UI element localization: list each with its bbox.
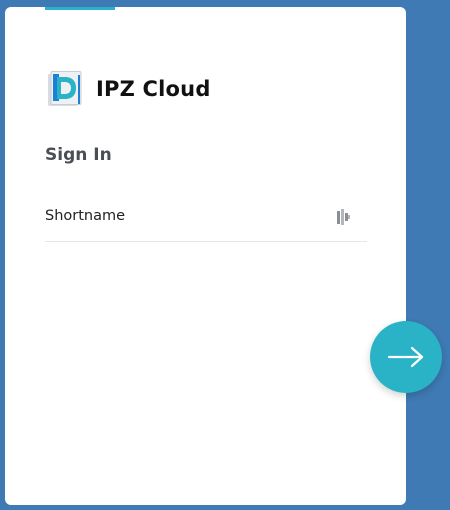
shortname-field bbox=[45, 199, 367, 242]
ipz-cloud-logo-icon bbox=[48, 71, 82, 106]
next-button[interactable] bbox=[370, 321, 442, 393]
brand-name: IPZ Cloud bbox=[96, 77, 211, 101]
arrow-right-icon bbox=[387, 346, 424, 368]
signin-title: Sign In bbox=[45, 145, 112, 165]
brand-header: IPZ Cloud bbox=[45, 71, 211, 107]
card-accent-bar bbox=[45, 7, 115, 10]
login-page: IPZ Cloud Sign In bbox=[0, 0, 450, 510]
shortname-input[interactable] bbox=[45, 199, 325, 233]
key-dots-icon[interactable] bbox=[337, 209, 351, 225]
